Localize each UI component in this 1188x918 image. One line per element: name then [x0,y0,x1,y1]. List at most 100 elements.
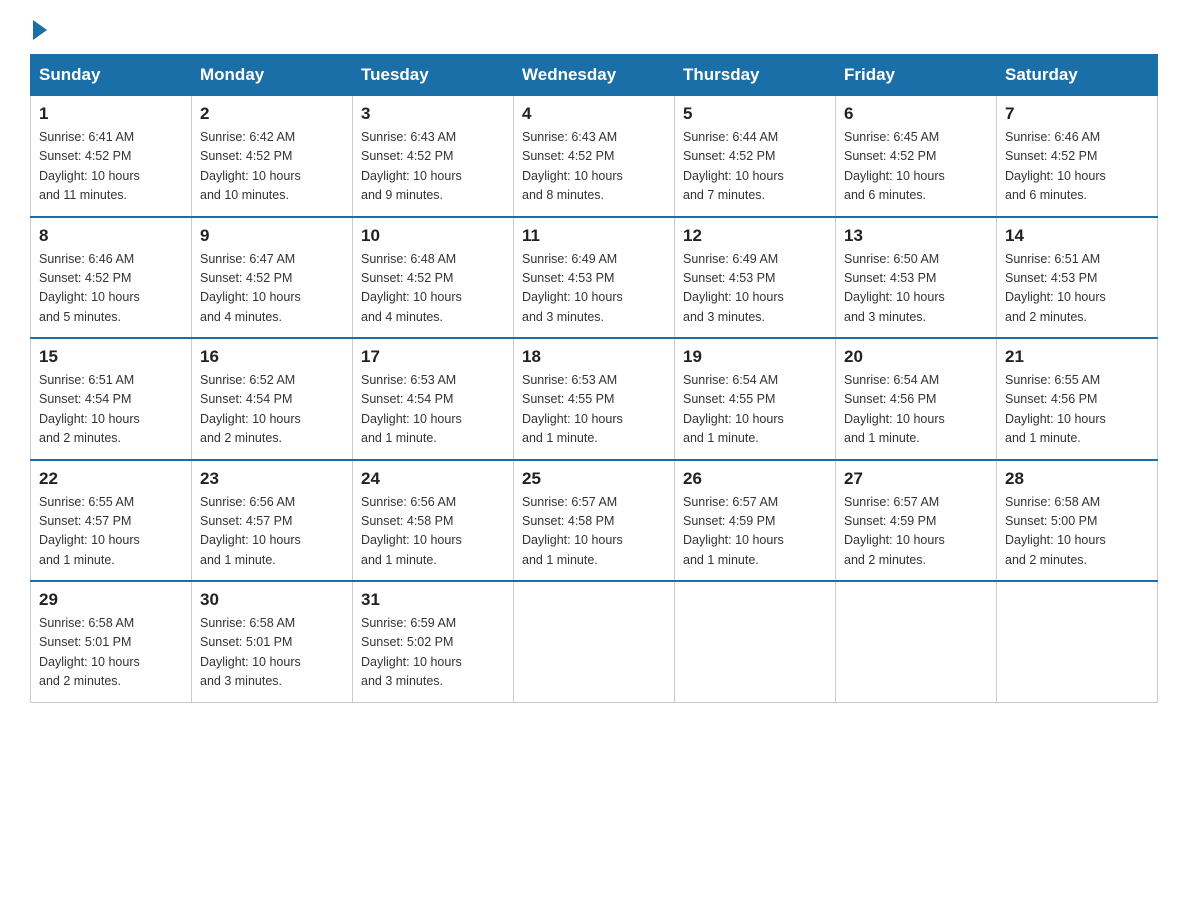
calendar-cell: 5 Sunrise: 6:44 AMSunset: 4:52 PMDayligh… [675,96,836,217]
day-info: Sunrise: 6:48 AMSunset: 4:52 PMDaylight:… [361,250,505,328]
day-number: 13 [844,226,988,246]
calendar-cell: 14 Sunrise: 6:51 AMSunset: 4:53 PMDaylig… [997,217,1158,339]
day-info: Sunrise: 6:43 AMSunset: 4:52 PMDaylight:… [522,128,666,206]
day-number: 18 [522,347,666,367]
calendar-cell: 31 Sunrise: 6:59 AMSunset: 5:02 PMDaylig… [353,581,514,702]
header-monday: Monday [192,55,353,96]
day-info: Sunrise: 6:46 AMSunset: 4:52 PMDaylight:… [1005,128,1149,206]
day-number: 9 [200,226,344,246]
calendar-cell: 21 Sunrise: 6:55 AMSunset: 4:56 PMDaylig… [997,338,1158,460]
day-info: Sunrise: 6:53 AMSunset: 4:54 PMDaylight:… [361,371,505,449]
day-number: 27 [844,469,988,489]
day-number: 14 [1005,226,1149,246]
day-number: 6 [844,104,988,124]
header-friday: Friday [836,55,997,96]
calendar-cell [997,581,1158,702]
calendar-cell: 9 Sunrise: 6:47 AMSunset: 4:52 PMDayligh… [192,217,353,339]
calendar-week-4: 22 Sunrise: 6:55 AMSunset: 4:57 PMDaylig… [31,460,1158,582]
day-number: 30 [200,590,344,610]
day-number: 2 [200,104,344,124]
calendar-cell: 30 Sunrise: 6:58 AMSunset: 5:01 PMDaylig… [192,581,353,702]
day-number: 8 [39,226,183,246]
calendar-cell: 6 Sunrise: 6:45 AMSunset: 4:52 PMDayligh… [836,96,997,217]
day-info: Sunrise: 6:51 AMSunset: 4:53 PMDaylight:… [1005,250,1149,328]
header-thursday: Thursday [675,55,836,96]
day-info: Sunrise: 6:49 AMSunset: 4:53 PMDaylight:… [683,250,827,328]
day-info: Sunrise: 6:57 AMSunset: 4:59 PMDaylight:… [844,493,988,571]
day-number: 1 [39,104,183,124]
day-info: Sunrise: 6:59 AMSunset: 5:02 PMDaylight:… [361,614,505,692]
header-saturday: Saturday [997,55,1158,96]
calendar-cell: 12 Sunrise: 6:49 AMSunset: 4:53 PMDaylig… [675,217,836,339]
day-number: 12 [683,226,827,246]
day-info: Sunrise: 6:56 AMSunset: 4:57 PMDaylight:… [200,493,344,571]
calendar-cell [836,581,997,702]
day-info: Sunrise: 6:44 AMSunset: 4:52 PMDaylight:… [683,128,827,206]
day-number: 4 [522,104,666,124]
day-number: 19 [683,347,827,367]
calendar-cell: 17 Sunrise: 6:53 AMSunset: 4:54 PMDaylig… [353,338,514,460]
logo [30,20,49,36]
calendar-cell: 13 Sunrise: 6:50 AMSunset: 4:53 PMDaylig… [836,217,997,339]
day-info: Sunrise: 6:55 AMSunset: 4:57 PMDaylight:… [39,493,183,571]
day-info: Sunrise: 6:43 AMSunset: 4:52 PMDaylight:… [361,128,505,206]
day-number: 20 [844,347,988,367]
day-number: 29 [39,590,183,610]
calendar-cell: 25 Sunrise: 6:57 AMSunset: 4:58 PMDaylig… [514,460,675,582]
header-tuesday: Tuesday [353,55,514,96]
calendar-cell: 2 Sunrise: 6:42 AMSunset: 4:52 PMDayligh… [192,96,353,217]
day-info: Sunrise: 6:47 AMSunset: 4:52 PMDaylight:… [200,250,344,328]
day-number: 26 [683,469,827,489]
calendar-week-3: 15 Sunrise: 6:51 AMSunset: 4:54 PMDaylig… [31,338,1158,460]
calendar-cell: 15 Sunrise: 6:51 AMSunset: 4:54 PMDaylig… [31,338,192,460]
day-number: 16 [200,347,344,367]
day-number: 28 [1005,469,1149,489]
day-info: Sunrise: 6:58 AMSunset: 5:01 PMDaylight:… [200,614,344,692]
calendar-cell: 29 Sunrise: 6:58 AMSunset: 5:01 PMDaylig… [31,581,192,702]
day-number: 21 [1005,347,1149,367]
day-info: Sunrise: 6:46 AMSunset: 4:52 PMDaylight:… [39,250,183,328]
calendar-week-1: 1 Sunrise: 6:41 AMSunset: 4:52 PMDayligh… [31,96,1158,217]
calendar-cell: 20 Sunrise: 6:54 AMSunset: 4:56 PMDaylig… [836,338,997,460]
calendar-cell: 19 Sunrise: 6:54 AMSunset: 4:55 PMDaylig… [675,338,836,460]
calendar-cell: 7 Sunrise: 6:46 AMSunset: 4:52 PMDayligh… [997,96,1158,217]
calendar-cell: 24 Sunrise: 6:56 AMSunset: 4:58 PMDaylig… [353,460,514,582]
day-info: Sunrise: 6:45 AMSunset: 4:52 PMDaylight:… [844,128,988,206]
day-info: Sunrise: 6:57 AMSunset: 4:58 PMDaylight:… [522,493,666,571]
day-number: 17 [361,347,505,367]
day-number: 11 [522,226,666,246]
day-number: 3 [361,104,505,124]
calendar-cell: 4 Sunrise: 6:43 AMSunset: 4:52 PMDayligh… [514,96,675,217]
day-info: Sunrise: 6:52 AMSunset: 4:54 PMDaylight:… [200,371,344,449]
calendar-cell: 18 Sunrise: 6:53 AMSunset: 4:55 PMDaylig… [514,338,675,460]
calendar-cell [675,581,836,702]
day-number: 7 [1005,104,1149,124]
calendar-cell: 28 Sunrise: 6:58 AMSunset: 5:00 PMDaylig… [997,460,1158,582]
day-number: 22 [39,469,183,489]
day-info: Sunrise: 6:51 AMSunset: 4:54 PMDaylight:… [39,371,183,449]
calendar-cell [514,581,675,702]
calendar-cell: 8 Sunrise: 6:46 AMSunset: 4:52 PMDayligh… [31,217,192,339]
calendar-cell: 22 Sunrise: 6:55 AMSunset: 4:57 PMDaylig… [31,460,192,582]
calendar-cell: 23 Sunrise: 6:56 AMSunset: 4:57 PMDaylig… [192,460,353,582]
day-info: Sunrise: 6:42 AMSunset: 4:52 PMDaylight:… [200,128,344,206]
calendar-cell: 3 Sunrise: 6:43 AMSunset: 4:52 PMDayligh… [353,96,514,217]
day-info: Sunrise: 6:53 AMSunset: 4:55 PMDaylight:… [522,371,666,449]
day-info: Sunrise: 6:58 AMSunset: 5:00 PMDaylight:… [1005,493,1149,571]
calendar-cell: 26 Sunrise: 6:57 AMSunset: 4:59 PMDaylig… [675,460,836,582]
day-info: Sunrise: 6:58 AMSunset: 5:01 PMDaylight:… [39,614,183,692]
day-info: Sunrise: 6:49 AMSunset: 4:53 PMDaylight:… [522,250,666,328]
day-number: 15 [39,347,183,367]
calendar-week-2: 8 Sunrise: 6:46 AMSunset: 4:52 PMDayligh… [31,217,1158,339]
calendar-cell: 11 Sunrise: 6:49 AMSunset: 4:53 PMDaylig… [514,217,675,339]
calendar-table: SundayMondayTuesdayWednesdayThursdayFrid… [30,54,1158,703]
day-info: Sunrise: 6:54 AMSunset: 4:56 PMDaylight:… [844,371,988,449]
calendar-cell: 27 Sunrise: 6:57 AMSunset: 4:59 PMDaylig… [836,460,997,582]
day-number: 31 [361,590,505,610]
day-info: Sunrise: 6:54 AMSunset: 4:55 PMDaylight:… [683,371,827,449]
day-number: 24 [361,469,505,489]
calendar-cell: 1 Sunrise: 6:41 AMSunset: 4:52 PMDayligh… [31,96,192,217]
calendar-week-5: 29 Sunrise: 6:58 AMSunset: 5:01 PMDaylig… [31,581,1158,702]
day-info: Sunrise: 6:41 AMSunset: 4:52 PMDaylight:… [39,128,183,206]
day-number: 10 [361,226,505,246]
